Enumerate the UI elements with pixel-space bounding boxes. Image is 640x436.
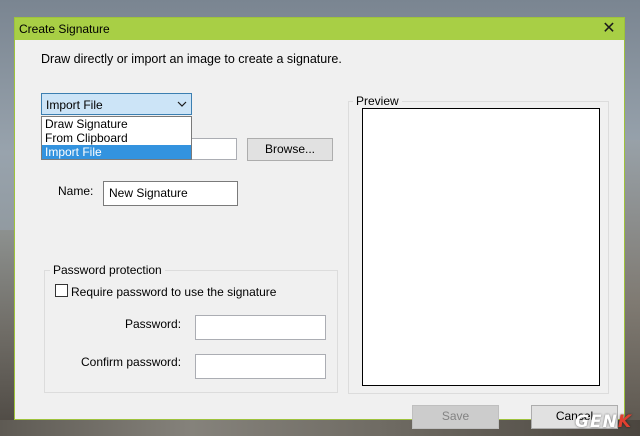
password-field[interactable] [195,315,326,340]
dialog-content: Draw directly or import an image to crea… [15,40,624,429]
signature-name-field[interactable]: New Signature [103,181,238,206]
dialog-titlebar: Create Signature ✕ [15,18,624,40]
create-signature-dialog: Create Signature ✕ Draw directly or impo… [14,17,625,429]
genk-watermark-logo: GENK [575,412,632,432]
chevron-down-icon [177,101,187,107]
password-group-title: Password protection [50,263,165,277]
source-dropdown-list: Draw Signature From Clipboard Import Fil… [41,116,192,160]
browse-button[interactable]: Browse... [247,138,333,161]
name-label: Name: [58,184,94,198]
confirm-password-label: Confirm password: [81,355,182,369]
dropdown-option-import-file[interactable]: Import File [42,145,191,159]
dropdown-option-from-clipboard[interactable]: From Clipboard [42,131,191,145]
save-button[interactable]: Save [412,405,499,429]
require-password-checkbox[interactable] [55,284,68,297]
close-icon[interactable]: ✕ [594,18,624,40]
source-dropdown[interactable]: Import File [41,93,192,115]
instruction-text: Draw directly or import an image to crea… [41,52,342,66]
preview-title: Preview [353,94,402,108]
source-dropdown-value: Import File [46,98,103,112]
password-label: Password: [125,317,182,331]
dialog-title: Create Signature [19,22,110,36]
dropdown-option-draw-signature[interactable]: Draw Signature [42,117,191,131]
require-password-label[interactable]: Require password to use the signature [71,285,276,299]
confirm-password-field[interactable] [195,354,326,379]
signature-preview-area [362,108,600,386]
